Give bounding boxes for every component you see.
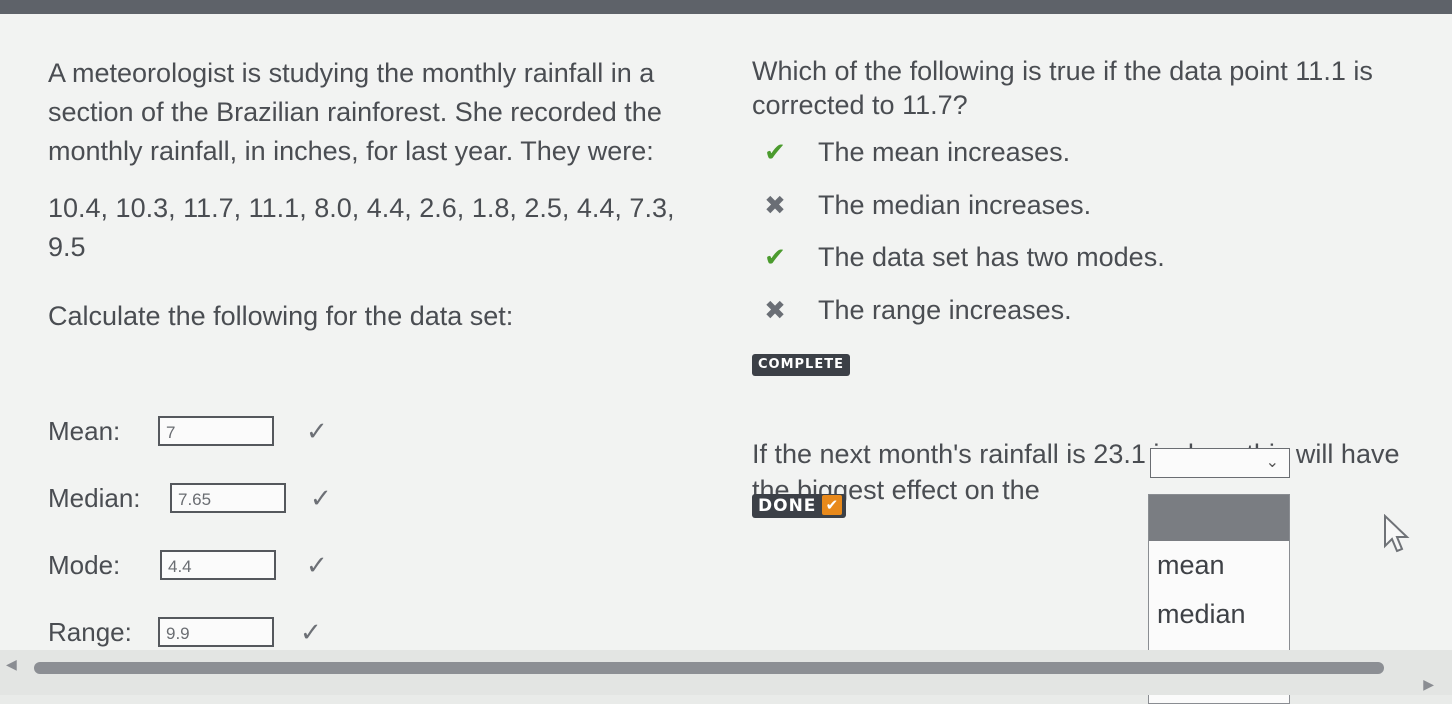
check-icon: ✔ [764,242,786,272]
median-input[interactable]: 7.65 [170,483,286,513]
answer-select[interactable]: ⌄ [1150,448,1290,478]
problem-intro: A meteorologist is studying the monthly … [48,58,662,166]
mode-check-icon: ✓ [306,550,328,580]
check-icon: ✔ [764,137,786,167]
mean-check-icon: ✓ [306,416,328,446]
option-text: The mean increases. [818,137,1071,167]
question-page: A meteorologist is studying the monthly … [0,14,1452,704]
question2-prompt: If the next month's rainfall is 23.1 inc… [752,439,1400,505]
range-check-icon: ✓ [300,617,322,647]
scroll-left-arrow-icon[interactable]: ◀ [6,656,17,673]
calculate-instruction: Calculate the following for the data set… [48,301,514,331]
problem-panel: A meteorologist is studying the monthly … [48,54,708,647]
data-values: 10.4, 10.3, 11.7, 11.1, 8.0, 4.4, 2.6, 1… [48,193,675,262]
scrollbar-thumb[interactable] [34,662,1384,674]
dropdown-option-median[interactable]: median [1157,597,1246,631]
dropdown-blank-option[interactable] [1149,495,1289,541]
horizontal-scrollbar[interactable]: ◀ ▶ [0,650,1452,695]
mean-input[interactable]: 7 [158,416,274,446]
cross-icon: ✖ [764,190,786,220]
window-top-bar [0,0,1452,14]
complete-badge: COMPLETE [752,354,850,376]
option-text: The median increases. [818,190,1092,220]
mouse-pointer-icon [1384,514,1410,553]
chevron-down-icon[interactable]: ⌄ [1266,452,1279,472]
dropdown-option-mean[interactable]: mean [1157,548,1225,582]
option-text: The data set has two modes. [818,242,1165,272]
mode-input[interactable]: 4.4 [160,550,276,580]
range-input[interactable]: 9.9 [158,617,274,647]
mean-label: Mean: [48,416,121,446]
range-label: Range: [48,617,132,647]
done-badge: DONE ✔ [752,494,847,518]
median-check-icon: ✓ [310,483,332,513]
cross-icon: ✖ [764,295,786,325]
done-label: DONE [758,496,817,516]
mode-label: Mode: [48,550,121,580]
done-check-icon: ✔ [822,495,843,515]
scroll-right-arrow-icon[interactable]: ▶ [1423,676,1434,693]
question1-prompt: Which of the following is true if the da… [752,56,1373,120]
option-text: The range increases. [818,295,1072,325]
median-label: Median: [48,483,141,513]
question-panel: Which of the following is true if the da… [752,54,1432,704]
